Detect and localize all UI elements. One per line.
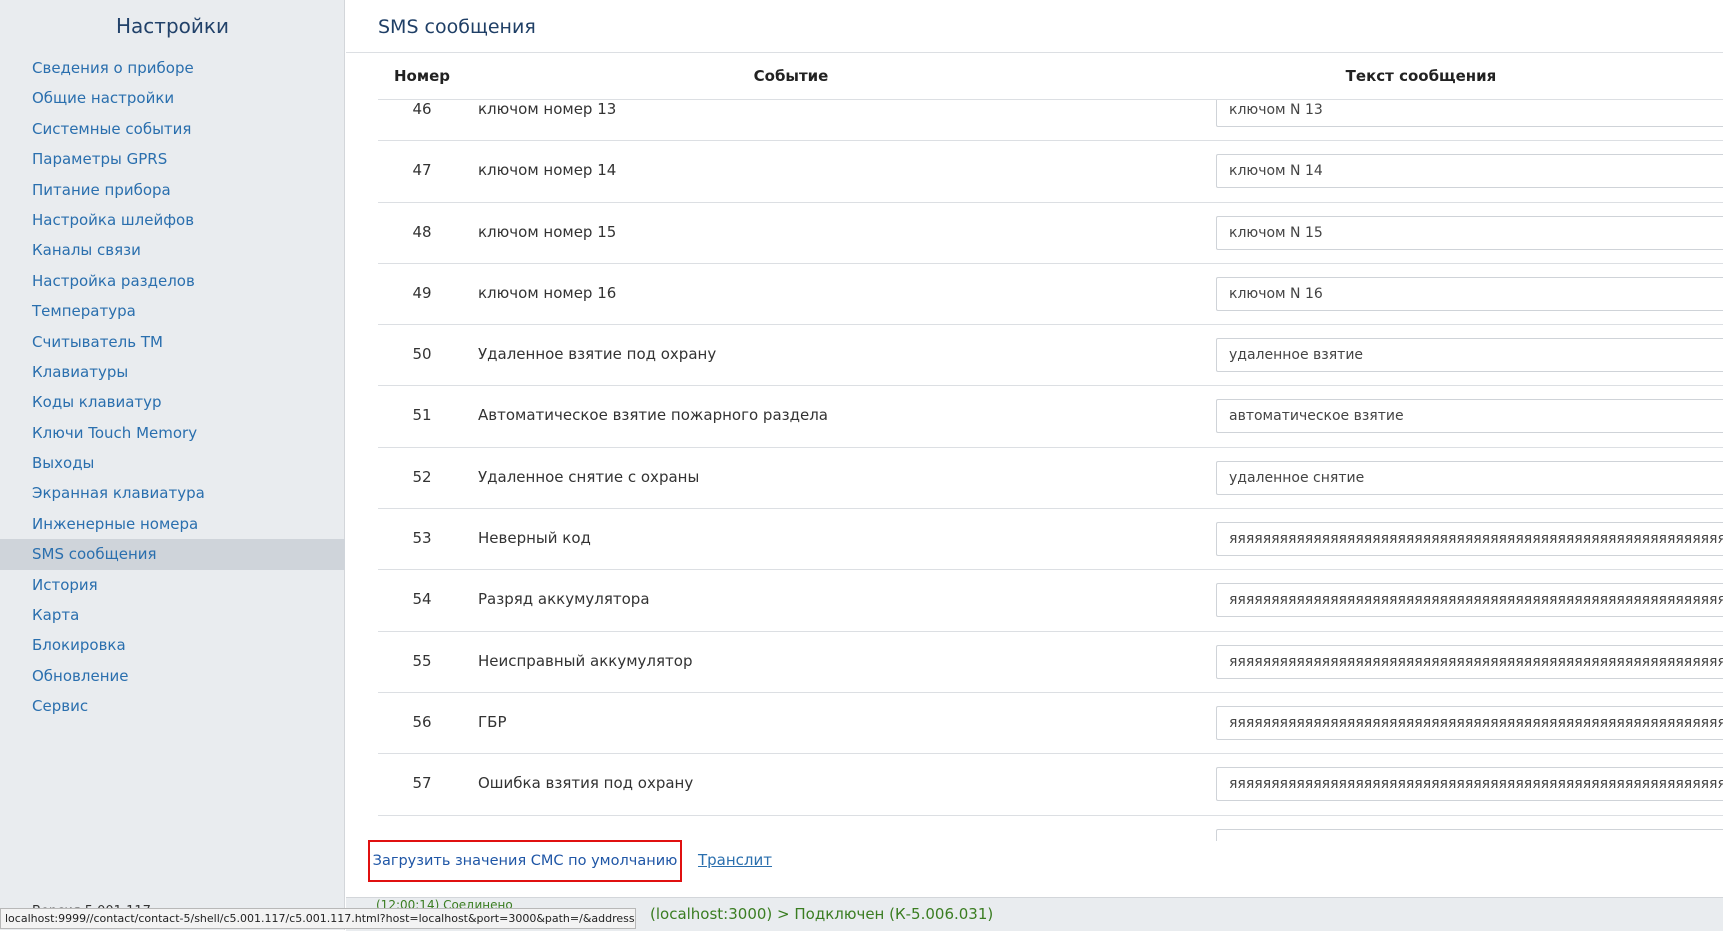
message-text-input[interactable] [1216,276,1723,311]
sidebar-title: Настройки [116,14,229,38]
main-panel: SMS сообщения Номер Событие Текст сообще… [346,0,1723,900]
table-row: 53 Неверный код [378,509,1723,571]
row-event: ключом номер 15 [478,222,617,241]
message-text-input[interactable] [1216,338,1723,373]
message-text-input[interactable] [1216,644,1723,679]
row-number: 47 [412,161,432,180]
row-event: Удаленное взятие под охрану [478,345,717,364]
load-defaults-button[interactable]: Загрузить значения СМС по умолчанию [368,840,682,882]
message-text-input[interactable] [1216,705,1723,740]
column-header-text: Текст сообщения [1345,67,1497,85]
sidebar-item[interactable]: Настройка шлейфов [0,205,345,235]
row-event: Неисправный аккумулятор [478,651,693,670]
sidebar-item[interactable]: Общие настройки [0,83,345,113]
message-text-input[interactable] [1216,154,1723,189]
row-event: ключом номер 13 [478,100,617,118]
sidebar-item[interactable]: Карта [0,600,345,630]
sidebar-item[interactable]: Выходы [0,448,345,478]
sidebar-item[interactable]: Каналы связи [0,235,345,265]
row-number: 54 [412,590,432,609]
sidebar: Настройки Сведения о приборе Общие настро… [0,0,345,930]
table-row: 48 ключом номер 15 [378,203,1723,264]
table-body-scroll[interactable]: 46 ключом номер 13 47 ключом номер 14 48 ключ… [378,100,1723,841]
sidebar-item[interactable]: Инженерные номера [0,509,345,539]
sidebar-item[interactable]: SMS сообщения [0,539,345,570]
sidebar-item[interactable]: Температура [0,296,345,326]
row-event: ключом номер 14 [478,161,617,180]
column-header-number: Номер [393,67,451,85]
table-row: 56 ГБР [378,693,1723,755]
sidebar-item[interactable]: Сведения о приборе [0,53,345,83]
sidebar-item[interactable]: Питание прибора [0,175,345,205]
sidebar-item[interactable]: Экранная клавиатура [0,478,345,508]
row-number: 49 [412,283,432,302]
sidebar-item[interactable]: Параметры GPRS [0,144,345,174]
table-row: 51 Автоматическое взятие пожарного раздел… [378,386,1723,448]
translit-link[interactable]: Транслит [698,851,772,869]
table-row [378,816,1723,841]
row-number: 56 [412,712,432,731]
message-text-input[interactable] [1216,767,1723,802]
page-title: SMS сообщения [378,16,536,38]
sidebar-item[interactable]: Клавиатуры [0,357,345,387]
sidebar-item[interactable]: Коды клавиатур [0,387,345,417]
table-row: 52 Удаленное снятие с охраны [378,448,1723,510]
column-header-event: Событие [753,67,829,85]
message-text-input[interactable] [1216,583,1723,618]
sidebar-item[interactable]: Системные события [0,114,345,144]
sidebar-item[interactable]: Сервис [0,691,345,721]
message-text-input[interactable] [1216,522,1723,557]
row-number: 57 [412,774,432,793]
message-text-input[interactable] [1216,215,1723,250]
row-event: Удаленное снятие с охраны [478,467,700,486]
message-text-input[interactable] [1216,100,1723,127]
row-event: ключом номер 16 [478,283,617,302]
table-row: 55 Неисправный аккумулятор [378,632,1723,693]
row-number: 53 [412,529,432,548]
row-number: 55 [412,651,432,670]
row-event: ГБР [478,712,507,731]
row-event: Неверный код [478,529,591,548]
row-event: Ошибка взятия под охрану [478,774,694,793]
sidebar-item[interactable]: Блокировка [0,630,345,660]
table-header: Номер Событие Текст сообщения [378,53,1723,100]
row-number: 50 [412,345,432,364]
message-text-input[interactable] [1216,828,1723,841]
message-text-input[interactable] [1216,460,1723,495]
row-number: 51 [412,406,432,425]
row-number: 52 [412,467,432,486]
sidebar-item[interactable]: Настройка разделов [0,266,345,296]
table-row: 50 Удаленное взятие под охрану [378,325,1723,387]
row-number: 48 [412,222,432,241]
sidebar-menu: Сведения о приборе Общие настройки Системн… [0,53,345,722]
sidebar-item[interactable]: Обновление [0,661,345,691]
row-number: 46 [412,100,432,118]
row-event: Разряд аккумулятора [478,590,650,609]
sidebar-item[interactable]: Считыватель ТМ [0,327,345,357]
table-row: 49 ключом номер 16 [378,264,1723,326]
connection-status: (localhost:3000) > Подключен (К-5.006.03… [650,905,994,923]
table-rows: 46 ключом номер 13 47 ключом номер 14 48 ключ… [378,100,1723,841]
table-row: 46 ключом номер 13 [378,100,1723,142]
url-status-tooltip: localhost:9999//contact/contact-5/shell/… [0,908,636,929]
table-row: 57 Ошибка взятия под охрану [378,754,1723,816]
message-text-input[interactable] [1216,399,1723,434]
sidebar-item[interactable]: История [0,570,345,600]
row-event: Автоматическое взятие пожарного раздела [478,406,828,425]
table-row: 54 Разряд аккумулятора [378,570,1723,632]
sidebar-item[interactable]: Ключи Touch Memory [0,418,345,448]
table-row: 47 ключом номер 14 [378,141,1723,203]
